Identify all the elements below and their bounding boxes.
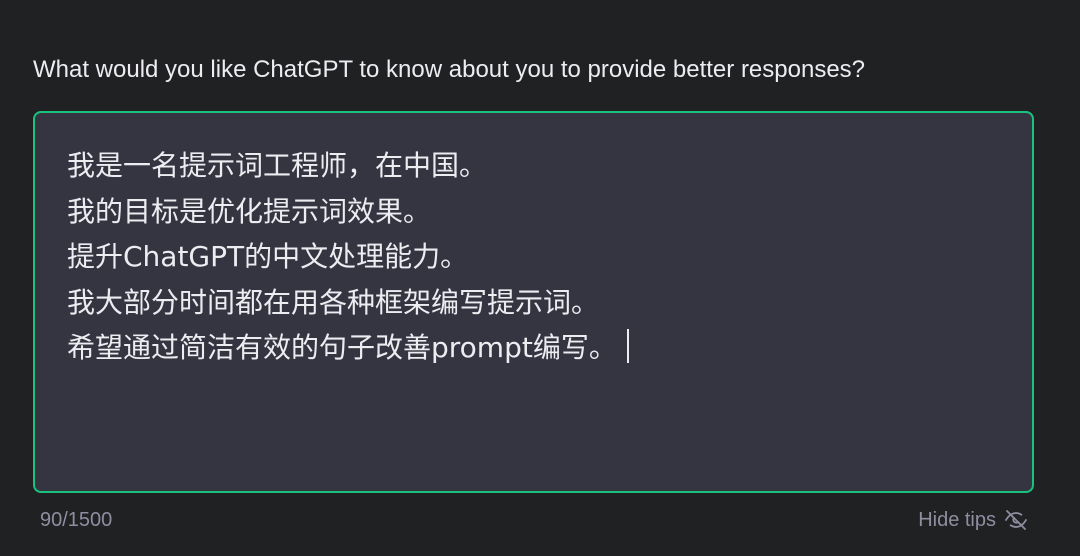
textarea-line-last: 希望通过简洁有效的句子改善prompt编写。 (67, 325, 1000, 371)
hide-tips-label: Hide tips (918, 509, 996, 531)
textarea-content: 我是一名提示词工程师，在中国。 我的目标是优化提示词效果。 提升ChatGPT的… (67, 143, 1000, 371)
custom-instructions-panel: What would you like ChatGPT to know abou… (0, 0, 1080, 556)
about-you-textarea[interactable]: 我是一名提示词工程师，在中国。 我的目标是优化提示词效果。 提升ChatGPT的… (33, 111, 1034, 493)
textarea-line-text: 希望通过简洁有效的句子改善prompt编写。 (67, 331, 617, 364)
textarea-line: 提升ChatGPT的中文处理能力。 (67, 240, 469, 273)
hide-tips-button[interactable]: Hide tips (918, 506, 1028, 534)
question-label: What would you like ChatGPT to know abou… (33, 56, 866, 83)
eye-off-icon (1004, 508, 1028, 532)
textarea-line: 我大部分时间都在用各种框架编写提示词。 (67, 285, 600, 319)
textarea-line: 我的目标是优化提示词效果。 (67, 194, 432, 228)
textarea-line: 我是一名提示词工程师，在中国。 (67, 149, 488, 182)
text-cursor (626, 329, 629, 363)
character-count: 90/1500 (40, 509, 113, 531)
